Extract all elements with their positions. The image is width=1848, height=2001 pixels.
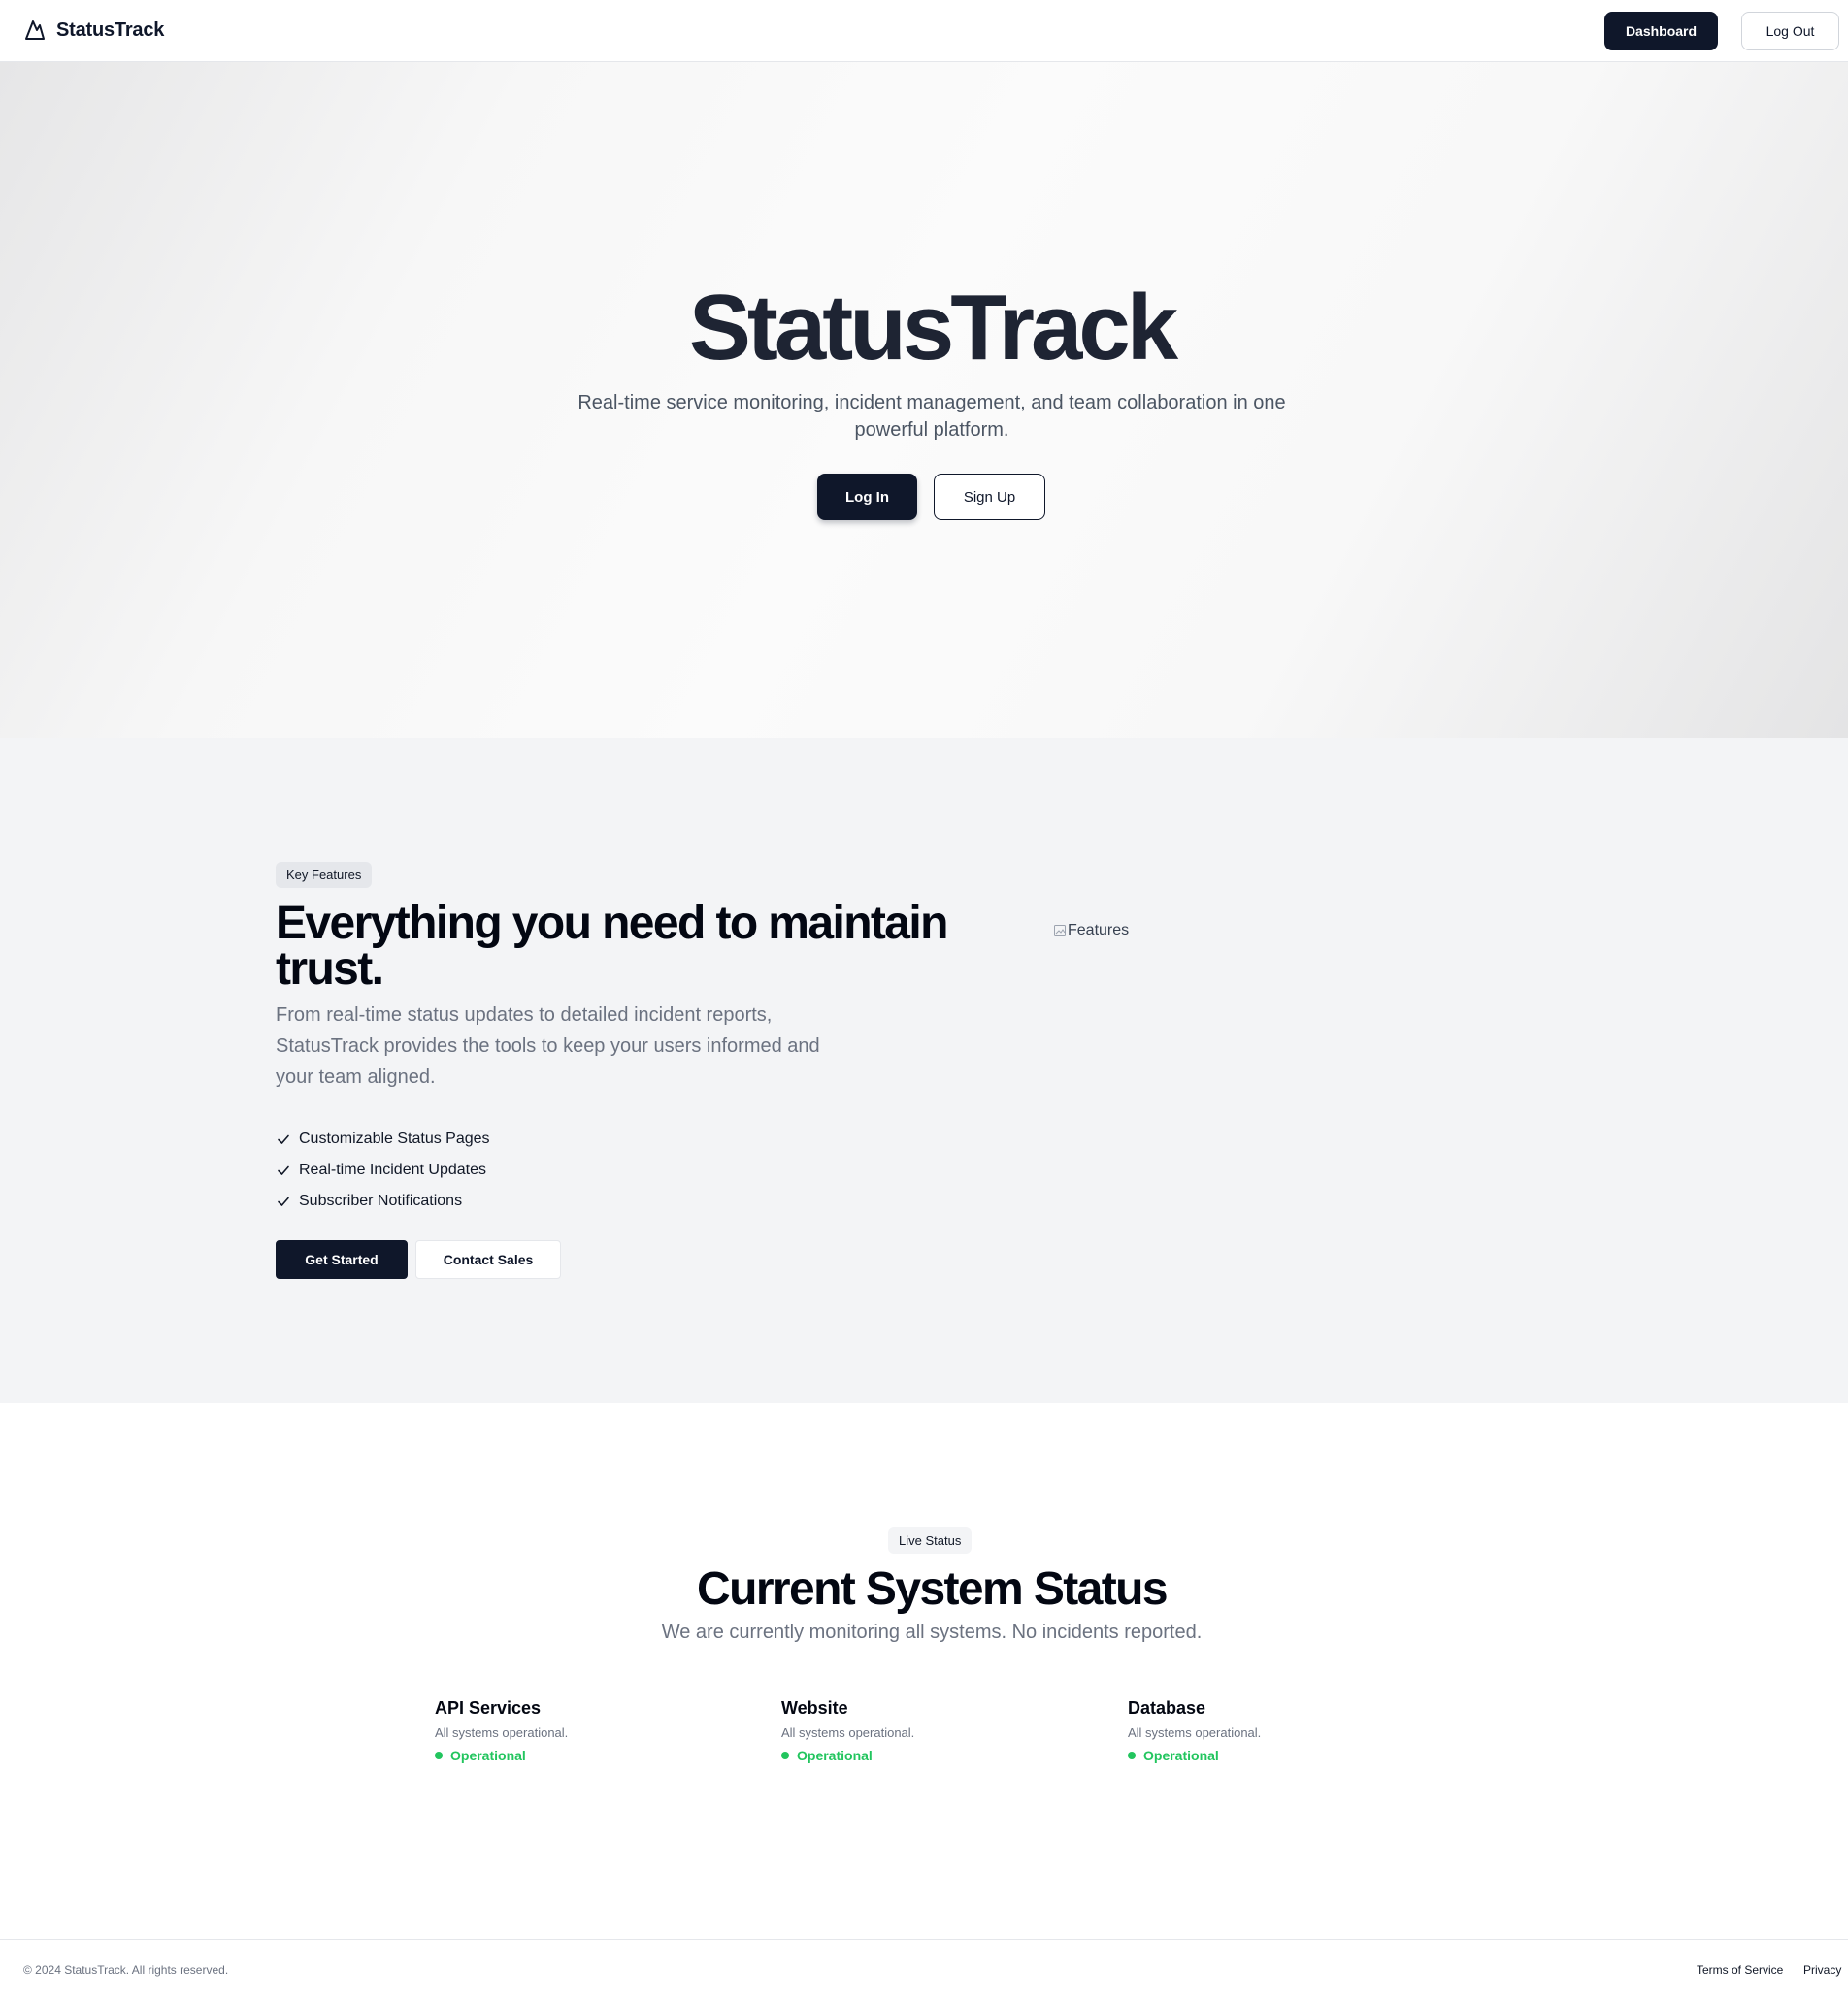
- service-name: API Services: [435, 1698, 542, 1718]
- feature-item: Customizable Status Pages: [276, 1124, 490, 1155]
- feature-list: Customizable Status Pages Real-time Inci…: [276, 1124, 490, 1217]
- privacy-link[interactable]: Privacy: [1803, 1963, 1841, 1977]
- service-status-label: Operational: [797, 1748, 873, 1763]
- dashboard-button[interactable]: Dashboard: [1604, 12, 1718, 50]
- service-card-website: Website All systems operational. Operati…: [781, 1696, 1053, 1764]
- features-section: Key Features Everything you need to main…: [0, 738, 1848, 1403]
- hero-title: StatusTrack: [688, 276, 1178, 379]
- check-icon: [278, 1197, 289, 1206]
- service-name: Database: [1128, 1698, 1206, 1718]
- terms-link[interactable]: Terms of Service: [1697, 1963, 1783, 1977]
- top-navbar: StatusTrack Dashboard Log Out: [0, 0, 1848, 62]
- broken-image-icon: [1054, 925, 1066, 936]
- feature-item: Subscriber Notifications: [276, 1186, 490, 1217]
- login-button[interactable]: Log In: [817, 474, 917, 520]
- service-card-api: API Services All systems operational. Op…: [435, 1696, 707, 1764]
- features-heading: Everything you need to maintain trust.: [276, 898, 948, 995]
- service-status-label: Operational: [1143, 1748, 1219, 1763]
- feature-item-label: Customizable Status Pages: [299, 1131, 490, 1147]
- contact-sales-button[interactable]: Contact Sales: [415, 1240, 561, 1279]
- hero-section: StatusTrack Real-time service monitoring…: [0, 62, 1848, 738]
- check-icon: [278, 1134, 289, 1144]
- service-description: All systems operational.: [435, 1725, 569, 1740]
- service-status: Operational: [1128, 1747, 1400, 1764]
- service-status: Operational: [435, 1747, 707, 1764]
- feature-item-label: Subscriber Notifications: [299, 1193, 463, 1209]
- status-section: Live Status Current System Status We are…: [0, 1403, 1848, 1939]
- status-subtitle: We are currently monitoring all systems.…: [661, 1622, 1203, 1643]
- features-badge: Key Features: [276, 862, 373, 888]
- footer: © 2024 StatusTrack. All rights reserved.…: [0, 1939, 1848, 2001]
- copyright-text: © 2024 StatusTrack. All rights reserved.: [23, 1963, 229, 1977]
- check-icon: [278, 1165, 289, 1175]
- status-dot-icon: [435, 1752, 443, 1759]
- status-dot-icon: [1128, 1752, 1136, 1759]
- features-description: From real-time status updates to detaile…: [276, 1004, 820, 1088]
- service-name: Website: [781, 1698, 848, 1718]
- brand-name: StatusTrack: [56, 18, 165, 41]
- service-card-database: Database All systems operational. Operat…: [1128, 1696, 1400, 1764]
- status-badge: Live Status: [888, 1527, 973, 1554]
- service-description: All systems operational.: [1128, 1725, 1262, 1740]
- service-description: All systems operational.: [781, 1725, 915, 1740]
- feature-item-label: Real-time Incident Updates: [299, 1162, 486, 1178]
- feature-item: Real-time Incident Updates: [276, 1155, 490, 1186]
- status-heading: Current System Status: [697, 1563, 1168, 1615]
- mountain-icon: [23, 18, 47, 42]
- logout-button[interactable]: Log Out: [1741, 12, 1839, 50]
- status-dot-icon: [781, 1752, 789, 1759]
- features-image: Features: [1053, 922, 1129, 939]
- service-status-label: Operational: [450, 1748, 526, 1763]
- service-status: Operational: [781, 1747, 1053, 1764]
- brand-link[interactable]: StatusTrack: [23, 18, 164, 42]
- features-image-alt: Features: [1068, 922, 1130, 938]
- get-started-button[interactable]: Get Started: [276, 1240, 408, 1279]
- hero-subtitle: Real-time service monitoring, incident m…: [578, 392, 1286, 441]
- signup-button[interactable]: Sign Up: [934, 474, 1045, 520]
